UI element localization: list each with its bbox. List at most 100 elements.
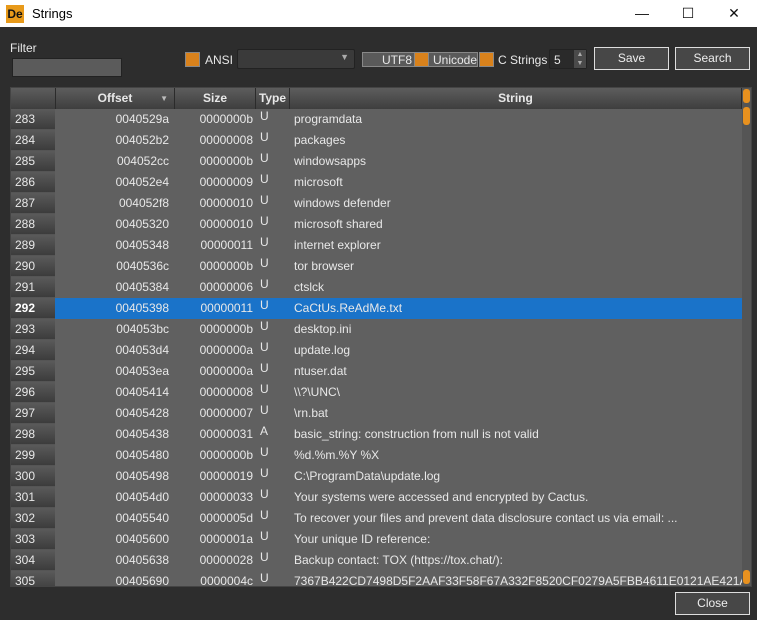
row-index: 305 <box>11 571 55 586</box>
row-offset: 00405348 <box>115 238 169 252</box>
row-index: 291 <box>11 277 55 298</box>
row-index: 285 <box>11 151 55 172</box>
row-size: 0000000b <box>199 112 253 126</box>
table-row[interactable]: 298 00405438 00000031 Abasic_string: constr… <box>11 424 742 445</box>
table-row[interactable]: 303 00405600 0000001a U Your unique ID refer… <box>11 529 742 550</box>
row-type: U <box>260 172 269 186</box>
row-size: 0000000a <box>199 343 253 357</box>
table-row[interactable]: 286 004052e4 00000009 Umicrosoft <box>11 172 742 193</box>
row-type: A <box>260 424 269 438</box>
minimize-button[interactable]: — <box>619 0 665 27</box>
row-size: 00000011 <box>200 301 254 315</box>
row-string: microsoft <box>294 175 343 189</box>
unicode-checkbox[interactable] <box>414 52 429 67</box>
strings-table: Offset ▼ Size Type String 283 0040529a 0000… <box>10 87 752 587</box>
maximize-button[interactable]: ☐ <box>665 0 711 27</box>
row-size: 00000028 <box>199 553 253 567</box>
table-row[interactable]: 289 00405348 00000011 Uinternet explorer <box>11 235 742 256</box>
table-row[interactable]: 299 00405480 0000000b U %d.%m.%Y %X <box>11 445 742 466</box>
encoding-dropdown[interactable]: ▼ <box>237 49 355 69</box>
table-row[interactable]: 305 00405690 0000004c U 7367B422CD7498D5F2AA… <box>11 571 742 587</box>
save-button[interactable]: Save <box>594 47 669 70</box>
row-offset: 004053bc <box>116 322 169 336</box>
spinner-arrows-icon[interactable]: ▲ ▼ <box>574 50 586 68</box>
table-row[interactable]: 304 00405638 00000028 U Backup contact: TOX … <box>11 550 742 571</box>
filter-input[interactable] <box>12 58 122 77</box>
scroll-up-button[interactable] <box>743 89 750 103</box>
row-index: 304 <box>11 550 55 571</box>
utf8-label: UTF8 <box>382 53 412 67</box>
row-offset: 00405540 <box>115 511 169 525</box>
table-row[interactable]: 296 00405414 00000008 U \\?\UNC\ <box>11 382 742 403</box>
row-size: 00000033 <box>199 490 253 504</box>
row-size: 0000001a <box>199 532 253 546</box>
min-length-spinner[interactable]: 5 ▲ ▼ <box>549 49 587 69</box>
ansi-label: ANSI <box>205 53 234 67</box>
row-offset: 004053d4 <box>115 343 169 357</box>
table-row[interactable]: 283 0040529a 0000000b Uprogramdata <box>11 109 742 130</box>
table-row[interactable]: 290 0040536c 0000000b Utor browser <box>11 256 742 277</box>
column-header-offset[interactable]: Offset ▼ <box>56 88 175 109</box>
row-string: tor browser <box>294 259 355 273</box>
row-size: 00000011 <box>200 238 254 252</box>
row-string: CaCtUs.ReAdMe.txt <box>294 301 403 315</box>
column-header-index[interactable] <box>11 88 56 109</box>
row-index: 284 <box>11 130 55 151</box>
row-index: 287 <box>11 193 55 214</box>
row-size: 00000031 <box>199 427 253 441</box>
column-header-type[interactable]: Type <box>256 88 290 109</box>
row-index: 295 <box>11 361 55 382</box>
row-type: U <box>260 235 269 249</box>
row-index: 297 <box>11 403 55 424</box>
vertical-scrollbar[interactable] <box>742 88 751 586</box>
table-row[interactable]: 292 00405398 00000011 U CaCtUs.ReAdMe.txt <box>11 298 742 319</box>
table-row[interactable]: 288 00405320 00000010 Umicrosoft shared <box>11 214 742 235</box>
table-row[interactable]: 301 004054d0 00000033 U Your systems were ac… <box>11 487 742 508</box>
scroll-down-button[interactable] <box>743 570 750 584</box>
table-row[interactable]: 293 004053bc 0000000b Udesktop.ini <box>11 319 742 340</box>
table-row[interactable]: 284 004052b2 00000008 Upackages <box>11 130 742 151</box>
row-size: 00000006 <box>199 280 253 294</box>
offset-header-label: Offset <box>97 91 133 105</box>
table-row[interactable]: 295 004053ea 0000000a Untuser.dat <box>11 361 742 382</box>
row-index: 293 <box>11 319 55 340</box>
row-size: 00000010 <box>199 196 253 210</box>
row-offset: 004052f8 <box>118 196 169 210</box>
row-string: 7367B422CD7498D5F2AAF33F58F67A332F8520CF… <box>294 574 742 587</box>
row-index: 298 <box>11 424 55 445</box>
row-index: 294 <box>11 340 55 361</box>
row-type: U <box>260 214 269 228</box>
row-offset: 00405498 <box>115 469 169 483</box>
table-row[interactable]: 300 00405498 00000019 U C:\ProgramData\updat… <box>11 466 742 487</box>
close-window-button[interactable]: ✕ <box>711 0 757 27</box>
sort-desc-icon: ▼ <box>160 94 168 103</box>
search-button[interactable]: Search <box>675 47 750 70</box>
close-button[interactable]: Close <box>675 592 750 615</box>
ansi-checkbox[interactable] <box>185 52 200 67</box>
table-row[interactable]: 285 004052cc 0000000b Uwindowsapps <box>11 151 742 172</box>
table-row[interactable]: 291 00405384 00000006 Uctslck <box>11 277 742 298</box>
row-size: 0000005d <box>199 511 253 525</box>
row-type: U <box>260 193 269 207</box>
cstrings-checkbox[interactable] <box>479 52 494 67</box>
row-offset: 0040536c <box>116 259 169 273</box>
row-string: %d.%m.%Y %X <box>294 448 380 462</box>
row-type: U <box>260 382 269 396</box>
row-offset: 00405398 <box>115 301 169 315</box>
filter-label: Filter <box>10 41 37 55</box>
column-header-string[interactable]: String <box>290 88 742 109</box>
row-offset: 004052b2 <box>115 133 169 147</box>
row-index: 300 <box>11 466 55 487</box>
row-type: U <box>260 130 269 144</box>
table-row[interactable]: 294 004053d4 0000000a Uupdate.log <box>11 340 742 361</box>
row-string: programdata <box>294 112 363 126</box>
column-header-size[interactable]: Size <box>175 88 256 109</box>
table-row[interactable]: 297 00405428 00000007 U \rn.bat <box>11 403 742 424</box>
row-size: 0000000a <box>199 364 253 378</box>
scrollbar-thumb[interactable] <box>743 107 750 125</box>
row-string: ctslck <box>294 280 324 294</box>
table-row[interactable]: 302 00405540 0000005d U To recover your file… <box>11 508 742 529</box>
row-size: 00000019 <box>199 469 253 483</box>
row-type: U <box>260 571 269 585</box>
table-row[interactable]: 287 004052f8 00000010 Uwindows defender <box>11 193 742 214</box>
